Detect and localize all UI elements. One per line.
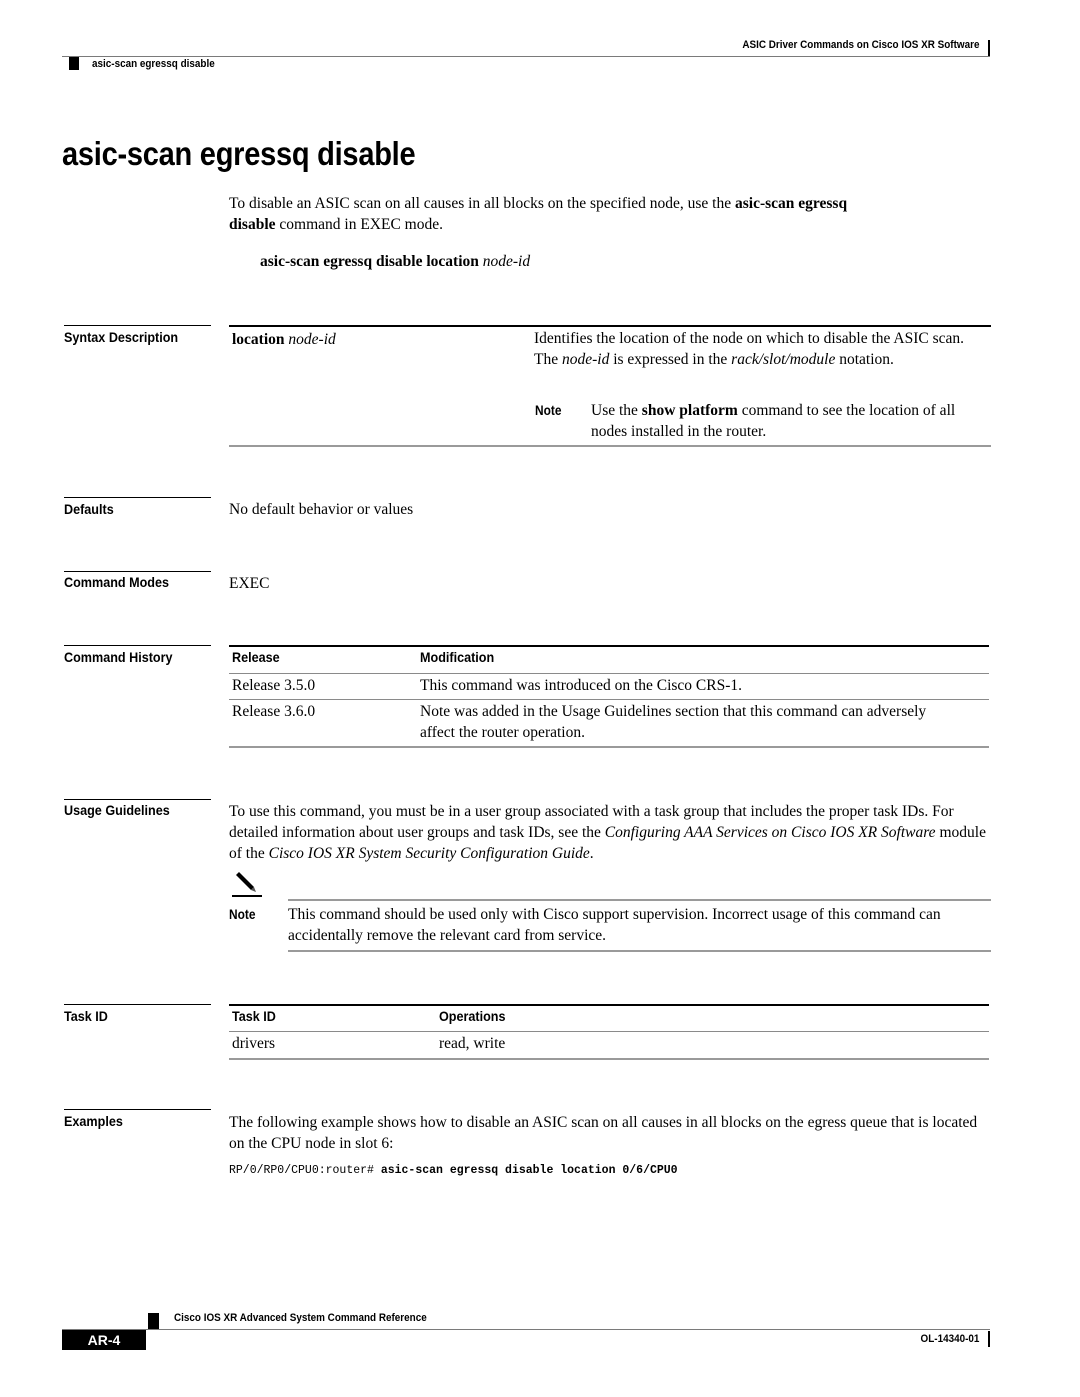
table-bottom-rule <box>229 1058 989 1060</box>
column-header-task-id: Task ID <box>232 1008 276 1024</box>
page-title: asic-scan egressq disable <box>62 135 416 172</box>
usage-note: This command should be used only with Ci… <box>288 906 941 944</box>
table-top-rule <box>229 645 989 647</box>
keyword-argument: node-id <box>288 331 336 348</box>
section-rule <box>64 1004 211 1005</box>
section-rule <box>64 571 211 572</box>
column-header-release: Release <box>232 649 280 665</box>
table-top-rule <box>229 325 991 327</box>
note-label: Note <box>229 906 256 922</box>
section-rule <box>64 645 211 646</box>
release-cell: Release 3.6.0 <box>232 703 316 720</box>
examples-paragraph: The following example shows how to disab… <box>229 1114 978 1152</box>
pencil-icon <box>232 871 262 902</box>
section-examples: Examples <box>64 1113 123 1129</box>
operations-cell: read, write <box>439 1035 506 1052</box>
section-command-history: Command History <box>64 649 173 665</box>
note-command: show platform <box>641 402 738 419</box>
desc-arg: node-id <box>561 351 610 368</box>
section-rule <box>64 799 211 800</box>
book-title: Cisco IOS XR Advanced System Command Ref… <box>174 1312 427 1324</box>
release-cell: Release 3.5.0 <box>232 677 316 694</box>
intro-command: asic-scan egressq <box>735 195 848 212</box>
usage-paragraph: To use this command, you must be in a us… <box>229 801 991 864</box>
syntax-argument: node-id <box>482 253 531 270</box>
header-rule <box>229 673 989 674</box>
defaults-text: No default behavior or values <box>229 501 414 518</box>
page-number: AR-4 <box>62 1330 146 1350</box>
desc-text: notation. <box>835 351 894 368</box>
task-id-cell: drivers <box>232 1035 276 1052</box>
section-rule <box>64 325 211 326</box>
usage-reference: Cisco IOS XR System Security Configurati… <box>268 845 590 862</box>
header-marker <box>69 57 79 70</box>
syntax-note: Use the show platform command to see the… <box>591 400 986 442</box>
footer-rule <box>62 1329 990 1330</box>
command-modes-text: EXEC <box>229 575 270 592</box>
modification-cell: This command was introduced on the Cisco… <box>420 677 743 694</box>
note-top-rule <box>288 899 991 901</box>
syntax-description: Identifies the location of the node on w… <box>534 328 984 370</box>
row-rule <box>229 699 989 700</box>
intro-text: To disable an ASIC scan on all causes in… <box>229 195 735 212</box>
section-defaults: Defaults <box>64 501 114 517</box>
section-command-modes: Command Modes <box>64 574 170 590</box>
intro-paragraph: To disable an ASIC scan on all causes in… <box>229 193 989 235</box>
column-header-operations: Operations <box>439 1008 506 1024</box>
intro-text-end: command in EXEC mode. <box>275 216 443 233</box>
footer-bar <box>988 1331 990 1347</box>
syntax-line: asic-scan egressq disable location node-… <box>260 253 530 271</box>
table-bottom-rule <box>229 445 991 447</box>
section-task-id: Task ID <box>64 1008 108 1024</box>
syntax-keyword: location node-id <box>232 329 336 350</box>
modification-cell: Note was added in the Usage Guidelines s… <box>420 703 927 741</box>
footer-marker <box>148 1313 159 1330</box>
running-title: asic-scan egressq disable <box>92 58 215 70</box>
intro-command-cont: disable <box>229 216 276 233</box>
document-id: OL-14340-01 <box>920 1333 979 1345</box>
usage-reference: Configuring AAA Services on Cisco IOS XR… <box>604 824 936 841</box>
section-rule <box>64 1109 211 1110</box>
desc-format: rack/slot/module <box>731 351 836 368</box>
note-bottom-rule <box>288 950 991 952</box>
usage-text: . <box>589 845 594 862</box>
note-text: Use the <box>591 402 642 419</box>
section-syntax-description: Syntax Description <box>64 329 179 345</box>
table-top-rule <box>229 1004 989 1006</box>
header-rule <box>62 56 990 57</box>
cli-command: asic-scan egressq disable location 0/6/C… <box>380 1164 678 1177</box>
desc-text: is expressed in the <box>609 351 732 368</box>
note-label: Note <box>535 402 562 418</box>
keyword: location <box>232 331 285 348</box>
code-example: RP/0/RP0/CPU0:router# asic-scan egressq … <box>229 1164 678 1177</box>
section-rule <box>64 497 211 498</box>
syntax-command: asic-scan egressq disable location <box>260 253 479 270</box>
table-bottom-rule <box>229 746 989 748</box>
cli-prompt: RP/0/RP0/CPU0:router# <box>229 1164 381 1177</box>
chapter-header: ASIC Driver Commands on Cisco IOS XR Sof… <box>741 39 979 51</box>
section-usage-guidelines: Usage Guidelines <box>64 802 170 818</box>
column-header-modification: Modification <box>420 649 495 665</box>
header-bar <box>988 40 990 56</box>
header-rule <box>229 1031 989 1032</box>
